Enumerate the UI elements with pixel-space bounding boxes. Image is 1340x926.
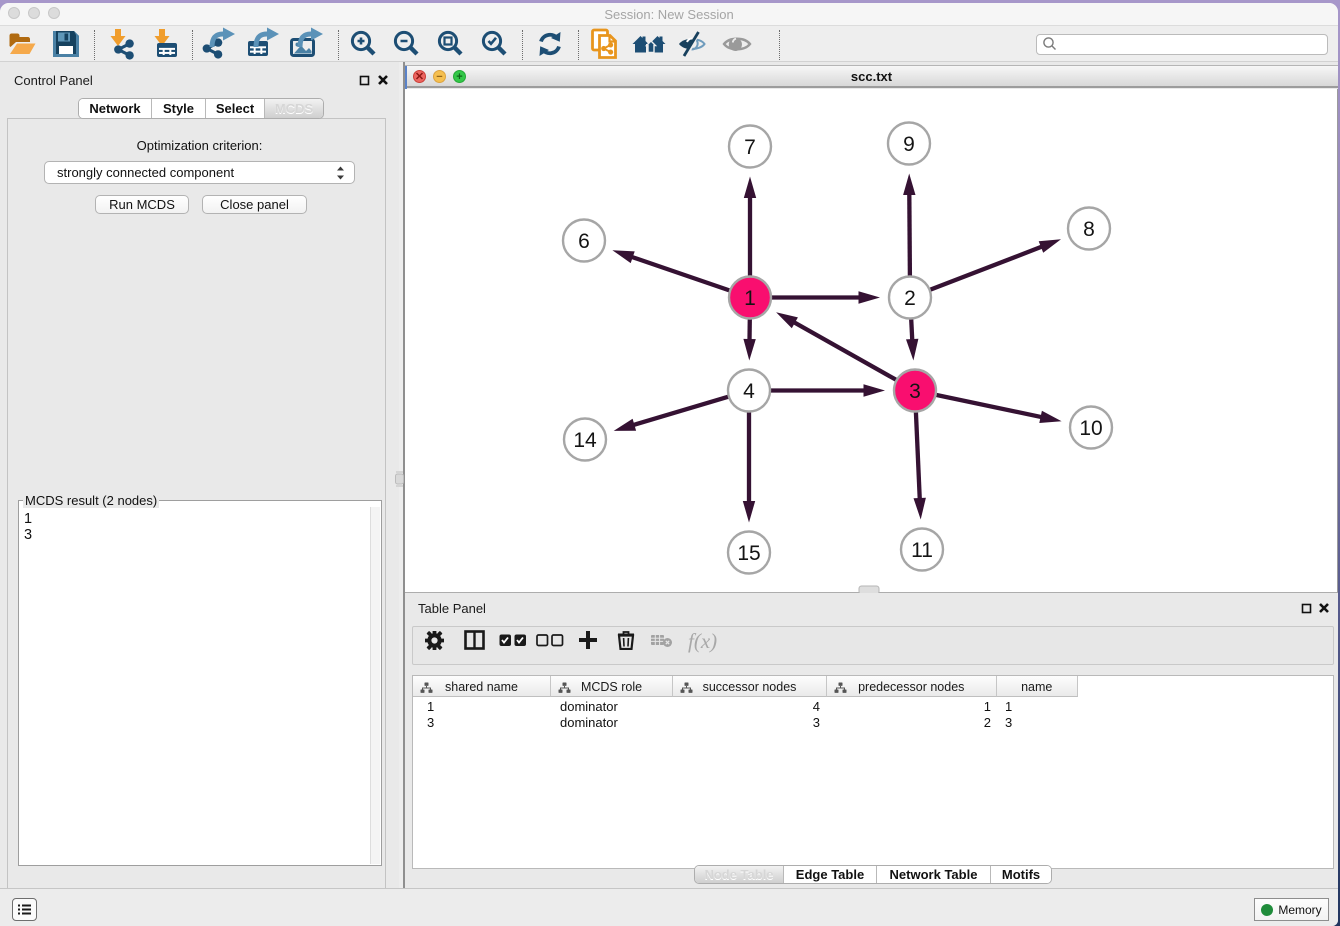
svg-text:3: 3 [909, 380, 921, 403]
svg-text:7: 7 [744, 136, 756, 159]
svg-text:4: 4 [743, 380, 755, 403]
svg-text:6: 6 [578, 230, 590, 253]
svg-text:8: 8 [1083, 218, 1095, 241]
svg-text:9: 9 [903, 133, 915, 156]
svg-text:14: 14 [573, 429, 597, 452]
svg-text:10: 10 [1079, 417, 1102, 440]
svg-text:2: 2 [904, 287, 916, 310]
svg-text:15: 15 [737, 542, 760, 565]
svg-text:11: 11 [911, 539, 933, 562]
svg-text:1: 1 [744, 287, 756, 310]
